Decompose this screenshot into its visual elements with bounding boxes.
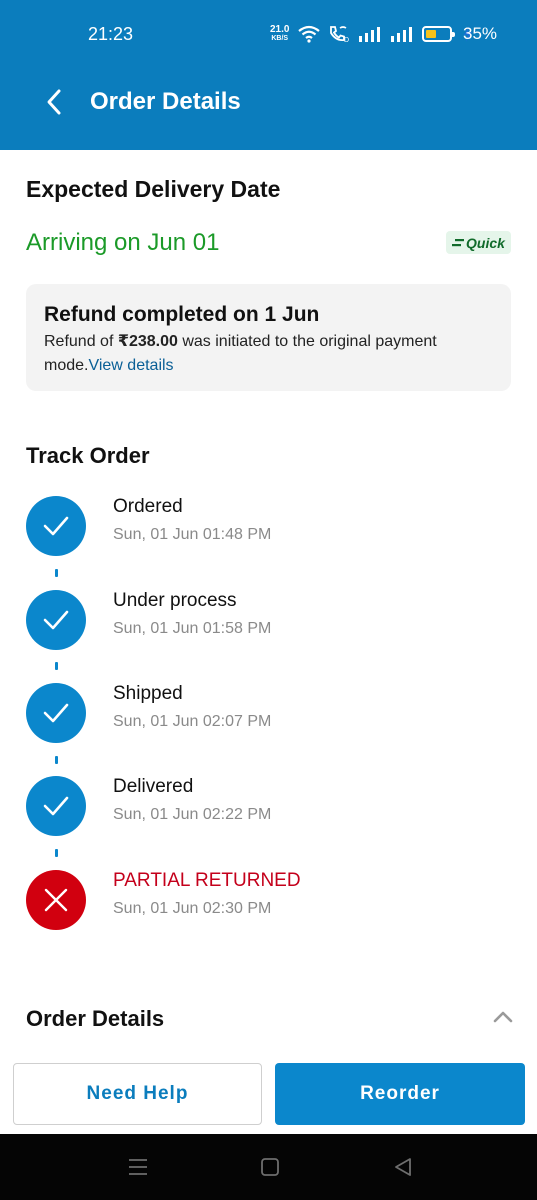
chevron-up-icon[interactable] <box>490 1006 516 1028</box>
check-icon <box>43 516 69 536</box>
refund-title: Refund completed on 1 Jun <box>44 303 320 326</box>
battery-percentage: 35% <box>463 24 498 43</box>
step-time: Sun, 01 Jun 02:30 PM <box>113 900 272 917</box>
step-status-circle <box>26 870 86 930</box>
need-help-button[interactable]: Need Help <box>13 1063 262 1125</box>
battery-icon <box>422 26 455 42</box>
check-icon <box>43 610 69 630</box>
signal-icon <box>391 27 412 42</box>
refund-card: Refund completed on 1 Jun Refund of ₹238… <box>26 284 511 391</box>
network-speed: 21.0 KB/S <box>270 25 289 43</box>
quick-badge: Quick <box>446 231 511 254</box>
back-triangle-icon <box>395 1158 411 1176</box>
arriving-date: Arriving on Jun 01 <box>26 229 220 256</box>
wifi-calling-icon: D <box>330 26 349 43</box>
quick-icon <box>452 238 465 246</box>
battery-level <box>426 30 436 38</box>
svg-text:D: D <box>344 37 349 43</box>
order-details-heading[interactable]: Order Details <box>26 1006 164 1032</box>
timeline-step: Ordered Sun, 01 Jun 01:48 PM <box>26 496 506 556</box>
wifi-icon <box>298 25 320 43</box>
recent-apps-button[interactable] <box>123 1154 153 1180</box>
back-nav-button[interactable] <box>388 1154 418 1180</box>
timeline-connector <box>55 849 58 857</box>
check-icon <box>43 703 69 723</box>
step-status-circle <box>26 683 86 743</box>
timeline-step: Shipped Sun, 01 Jun 02:07 PM <box>26 683 506 743</box>
step-time: Sun, 01 Jun 01:48 PM <box>113 526 272 543</box>
refund-text-prefix: Refund of <box>44 333 118 350</box>
quick-badge-label: Quick <box>466 234 505 251</box>
step-status-circle <box>26 590 86 650</box>
check-icon <box>43 796 69 816</box>
back-arrow-icon <box>47 89 61 115</box>
step-status-circle <box>26 496 86 556</box>
timeline-step: Under process Sun, 01 Jun 01:58 PM <box>26 590 506 650</box>
refund-description: Refund of ₹238.00 was initiated to the o… <box>44 330 493 378</box>
step-label: Shipped <box>113 683 183 704</box>
step-label: Under process <box>113 590 237 611</box>
network-speed-value: 21.0 <box>270 24 290 35</box>
status-bar: 21:23 21.0 KB/S D 35% <box>0 0 537 70</box>
timeline-step: Delivered Sun, 01 Jun 02:22 PM <box>26 776 506 836</box>
step-status-circle <box>26 776 86 836</box>
track-order-heading: Track Order <box>26 443 150 468</box>
app-header: 21:23 21.0 KB/S D 35% Order Details <box>0 0 537 150</box>
home-square-icon <box>261 1158 279 1176</box>
status-icons: D <box>298 22 474 46</box>
refund-amount: ₹238.00 <box>117 333 178 350</box>
step-time: Sun, 01 Jun 02:22 PM <box>113 806 272 823</box>
home-button[interactable] <box>255 1154 285 1180</box>
step-time: Sun, 01 Jun 01:58 PM <box>113 620 272 637</box>
timeline-connector <box>55 756 58 764</box>
system-navigation-bar <box>0 1134 537 1200</box>
status-time: 21:23 <box>88 24 134 44</box>
page-title: Order Details <box>90 88 241 115</box>
signal-icon <box>359 27 380 42</box>
step-time: Sun, 01 Jun 02:07 PM <box>113 713 272 730</box>
view-details-link[interactable]: View details <box>88 357 173 374</box>
cross-icon <box>44 888 68 912</box>
timeline-connector <box>55 662 58 670</box>
back-button[interactable] <box>36 84 72 120</box>
timeline-step: PARTIAL RETURNED Sun, 01 Jun 02:30 PM <box>26 870 506 930</box>
menu-icon <box>129 1159 147 1175</box>
step-label: PARTIAL RETURNED <box>113 870 301 891</box>
step-label: Ordered <box>113 496 183 517</box>
step-label: Delivered <box>113 776 194 797</box>
timeline-connector <box>55 569 58 577</box>
network-speed-unit: KB/S <box>271 35 289 42</box>
reorder-button[interactable]: Reorder <box>275 1063 525 1125</box>
expected-delivery-heading: Expected Delivery Date <box>26 176 281 202</box>
